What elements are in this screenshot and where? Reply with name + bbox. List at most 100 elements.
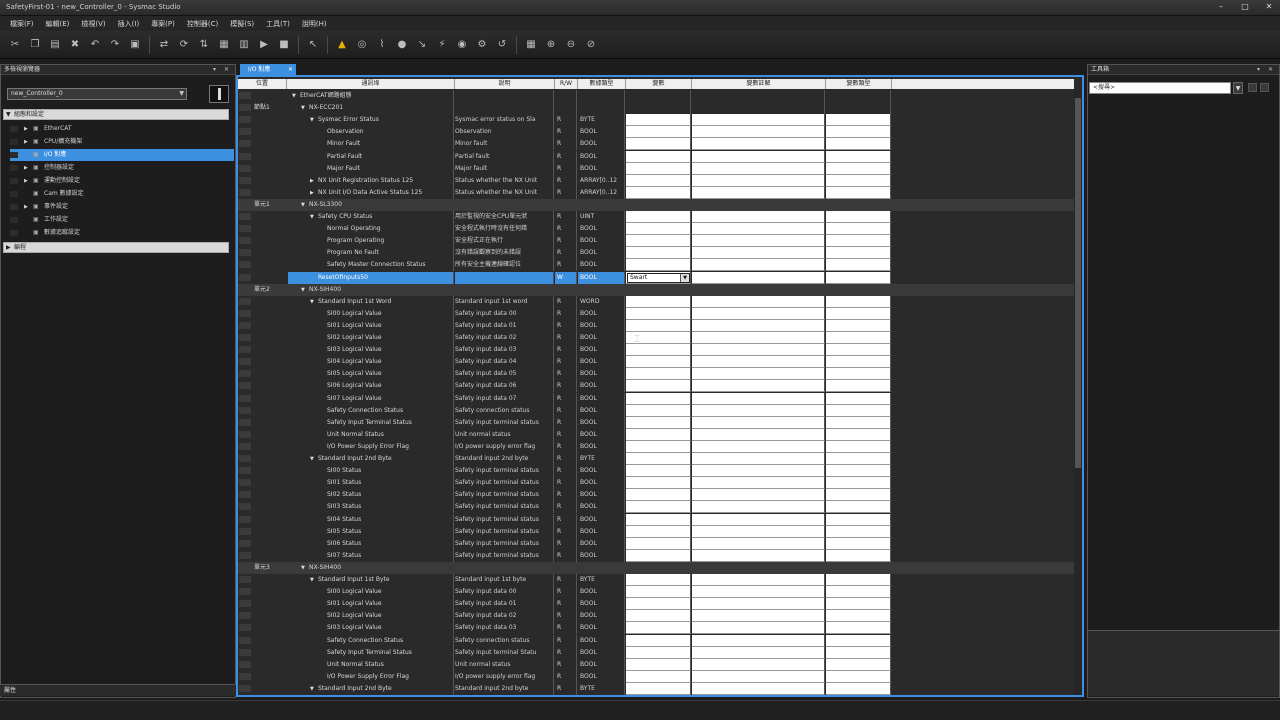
toolbox-search-input[interactable]: <搜尋> xyxy=(1089,82,1231,94)
toolbox-view-icon[interactable] xyxy=(1260,83,1269,92)
variable-comment-cell[interactable] xyxy=(692,477,825,490)
variable-type-cell[interactable] xyxy=(826,247,891,260)
variable-cell[interactable] xyxy=(626,102,691,115)
table-row[interactable]: SI04 Logical Value Safety input data 04 R B… xyxy=(238,356,1074,369)
variable-cell[interactable] xyxy=(626,368,691,381)
table-row[interactable]: Program Operating 安全程式正在執行 R BOOL xyxy=(238,235,1074,248)
variable-comment-cell[interactable] xyxy=(692,102,825,115)
table-row[interactable]: SI02 Logical Value Safety input data 02 R B… xyxy=(238,332,1074,344)
force-icon[interactable]: ⚡ xyxy=(433,36,451,54)
variable-type-cell[interactable] xyxy=(826,295,891,308)
redo-icon[interactable]: ↷ xyxy=(106,36,124,54)
variable-type-cell[interactable] xyxy=(826,126,891,139)
variable-comment-cell[interactable] xyxy=(692,404,825,417)
zoom-in-icon[interactable]: ⊕ xyxy=(542,36,560,54)
table-row[interactable]: Unit Normal Status Unit normal status R BOO… xyxy=(238,428,1074,441)
compare-icon[interactable]: ▦ xyxy=(215,36,233,54)
variable-comment-cell[interactable] xyxy=(692,307,825,320)
variable-type-cell[interactable] xyxy=(826,416,891,429)
collapse-icon[interactable]: ▼ xyxy=(310,114,318,126)
variable-type-cell[interactable] xyxy=(826,114,891,127)
variable-cell[interactable] xyxy=(626,501,691,514)
variable-type-cell[interactable] xyxy=(826,489,891,502)
table-row[interactable]: SI07 Logical Value Safety input data 07 R B… xyxy=(238,392,1074,405)
variable-cell[interactable] xyxy=(626,453,691,465)
close-button[interactable]: ✕ xyxy=(1262,2,1276,12)
variable-comment-cell[interactable] xyxy=(692,525,825,538)
variable-cell[interactable] xyxy=(626,211,691,223)
variable-type-cell[interactable] xyxy=(826,102,891,115)
variable-type-cell[interactable] xyxy=(826,319,891,332)
variable-cell[interactable] xyxy=(626,223,691,236)
chevron-down-icon[interactable]: ▼ xyxy=(680,273,689,282)
variable-type-cell[interactable] xyxy=(826,332,891,344)
variable-cell[interactable] xyxy=(626,392,691,405)
variable-cell[interactable] xyxy=(626,586,691,599)
menu-tools[interactable]: 工具(T) xyxy=(260,19,296,29)
variable-cell[interactable] xyxy=(626,622,691,635)
variable-type-cell[interactable] xyxy=(826,598,891,611)
variable-comment-cell[interactable] xyxy=(692,211,825,223)
collapse-icon[interactable]: ▼ xyxy=(310,683,318,695)
unit-row[interactable]: ▼ EtherCAT網路組態 xyxy=(238,90,1074,102)
unit-row[interactable]: 節點1 ▼ NX-ECC201 xyxy=(238,102,1074,115)
variable-comment-cell[interactable] xyxy=(692,513,825,526)
pin-icon[interactable]: ▾ ✕ xyxy=(1257,65,1276,74)
properties-bar[interactable]: 屬性 xyxy=(0,684,236,696)
variable-cell[interactable] xyxy=(626,174,691,187)
variable-comment-cell[interactable] xyxy=(692,223,825,236)
tree-node[interactable]: ▶ ▣ EtherCAT xyxy=(10,123,234,135)
expand-icon[interactable]: ▶ xyxy=(310,187,318,199)
variable-type-cell[interactable] xyxy=(826,682,891,695)
menu-insert[interactable]: 插入(I) xyxy=(112,19,146,29)
variable-comment-cell[interactable] xyxy=(692,380,825,393)
variable-type-cell[interactable] xyxy=(826,453,891,465)
table-row[interactable]: ▼ Standard Input 2nd Byte Standard input 2… xyxy=(238,453,1074,465)
tab-io-map[interactable]: I/O 對應 ✕ xyxy=(240,64,296,75)
collapse-icon[interactable]: ▼ xyxy=(301,102,309,114)
variable-type-cell[interactable] xyxy=(826,646,891,659)
search-dropdown-icon[interactable]: ▼ xyxy=(1233,82,1243,94)
variable-comment-cell[interactable] xyxy=(692,126,825,139)
variable-cell[interactable] xyxy=(626,670,691,683)
column-header-data-type[interactable]: 數據類型 xyxy=(578,79,626,89)
variable-cell[interactable] xyxy=(626,598,691,611)
delete-icon[interactable]: ✖ xyxy=(66,36,84,54)
variable-cell[interactable] xyxy=(626,537,691,550)
table-row[interactable]: SI03 Status Safety input terminal status R… xyxy=(238,501,1074,514)
variable-comment-cell[interactable] xyxy=(692,271,825,284)
tree-node[interactable]: ▶ ▣ 控制器設定 xyxy=(10,162,234,174)
table-row[interactable]: Safety Connection Status Safety connectio… xyxy=(238,404,1074,417)
variable-comment-cell[interactable] xyxy=(692,247,825,260)
tree-section-programming[interactable]: ▶ 編程 xyxy=(3,242,229,253)
variable-type-cell[interactable] xyxy=(826,138,891,151)
warning-icon[interactable]: ▲ xyxy=(333,36,351,54)
variable-type-cell[interactable] xyxy=(826,465,891,478)
variable-comment-cell[interactable] xyxy=(692,150,825,163)
menu-file[interactable]: 檔案(F) xyxy=(4,19,40,29)
table-row[interactable]: Safety Connection Status Safety connectio… xyxy=(238,634,1074,647)
column-header-port[interactable]: 通訊埠 xyxy=(287,79,455,89)
table-row[interactable]: SI00 Logical Value Safety input data 00 R B… xyxy=(238,586,1074,599)
variable-cell[interactable] xyxy=(626,259,691,272)
table-row[interactable]: SI00 Status Safety input terminal status R… xyxy=(238,465,1074,478)
tree-node[interactable]: ▶ ▣ CPU/擴充機架 xyxy=(10,136,234,148)
variable-cell[interactable] xyxy=(626,126,691,139)
variable-cell[interactable] xyxy=(626,561,691,574)
collapse-icon[interactable]: ▼ xyxy=(292,90,300,102)
menu-simulation[interactable]: 模擬(S) xyxy=(224,19,260,29)
variable-comment-cell[interactable] xyxy=(692,235,825,248)
variable-type-cell[interactable] xyxy=(826,259,891,272)
table-row[interactable]: ▼ Standard Input 1st Byte Standard input 1… xyxy=(238,574,1074,586)
table-row[interactable]: SI02 Logical Value Safety input data 02 R B… xyxy=(238,610,1074,623)
table-row[interactable]: Normal Operating 安全程式執行時沒有任何錯 R BOOL xyxy=(238,223,1074,236)
table-row[interactable]: ▼ Standard Input 1st Word Standard input 1… xyxy=(238,295,1074,308)
variable-comment-cell[interactable] xyxy=(692,670,825,683)
variable-comment-cell[interactable] xyxy=(692,174,825,187)
variable-comment-cell[interactable] xyxy=(692,186,825,199)
settings-icon[interactable]: ⚙ xyxy=(473,36,491,54)
table-row[interactable]: ▼ Sysmac Error Status Sysmac error status … xyxy=(238,114,1074,127)
table-row[interactable]: SI03 Logical Value Safety input data 03 R B… xyxy=(238,622,1074,635)
table-row[interactable]: Observation Observation R BOOL xyxy=(238,126,1074,139)
variable-type-cell[interactable] xyxy=(826,174,891,187)
